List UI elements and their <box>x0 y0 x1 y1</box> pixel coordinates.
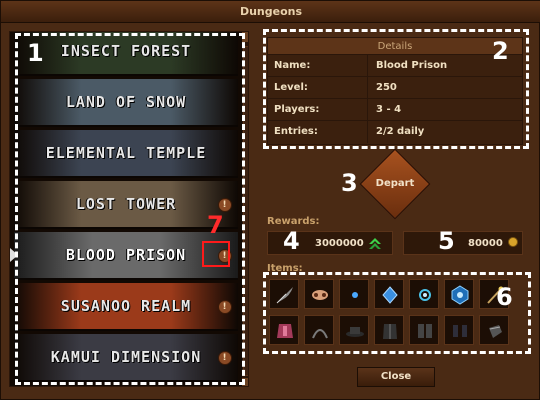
marker-7: 7 <box>207 211 224 239</box>
warning-icon[interactable]: ! <box>218 300 232 314</box>
dungeons-window: Dungeons INSECT FOREST LAND OF SNOW ELEM… <box>0 0 540 400</box>
marker-4: 4 <box>283 227 300 255</box>
dungeon-name: KAMUI DIMENSION <box>50 348 202 366</box>
dungeon-row-elemental-temple[interactable]: ELEMENTAL TEMPLE <box>14 130 238 178</box>
dungeon-row-kamui-dimension[interactable]: KAMUI DIMENSION! <box>14 334 238 382</box>
item-slot[interactable] <box>444 279 474 309</box>
detail-row-entries: Entries: 2/2 daily <box>268 121 522 143</box>
marker-5: 5 <box>438 227 455 255</box>
item-slot[interactable] <box>409 279 439 309</box>
detail-value: 250 <box>376 82 397 93</box>
dungeon-row-lost-tower[interactable]: LOST TOWER! <box>14 181 238 229</box>
glove-icon <box>489 325 502 338</box>
gold-reward: 80000 <box>403 231 523 255</box>
gold-value: 80000 <box>468 238 503 249</box>
dungeon-name: LAND OF SNOW <box>65 93 187 111</box>
marker-2: 2 <box>492 37 509 65</box>
item-slot[interactable] <box>304 279 334 309</box>
item-slot[interactable] <box>339 279 369 309</box>
ring-icon <box>419 289 431 301</box>
marker-3: 3 <box>341 169 358 197</box>
item-slot[interactable] <box>374 315 404 345</box>
list-scrollbar[interactable] <box>242 32 248 386</box>
item-slot[interactable] <box>339 315 369 345</box>
item-slot[interactable] <box>409 315 439 345</box>
items-label: Items: <box>267 263 303 274</box>
hat-icon <box>346 327 364 337</box>
item-slot[interactable] <box>269 279 299 309</box>
item-slot[interactable] <box>304 315 334 345</box>
dungeon-row-land-of-snow[interactable]: LAND OF SNOW <box>14 79 238 127</box>
scroll-thumb[interactable] <box>243 46 248 376</box>
scroll-up-button[interactable] <box>242 32 248 42</box>
boots-icon <box>453 325 467 337</box>
orb-icon <box>352 292 358 298</box>
mask-icon <box>312 290 328 300</box>
marker-6: 6 <box>496 283 513 311</box>
exp-value: 3000000 <box>315 238 364 249</box>
dungeon-row-susanoo-realm[interactable]: SUSANOO REALM! <box>14 283 238 331</box>
detail-value: 3 - 4 <box>376 104 402 115</box>
coin-icon <box>508 237 518 247</box>
detail-row-level: Level: 250 <box>268 77 522 99</box>
items-grid <box>267 275 521 351</box>
shield-gem-icon <box>451 285 469 305</box>
item-slot[interactable] <box>444 315 474 345</box>
detail-row-name: Name: Blood Prison <box>268 55 522 77</box>
close-button[interactable]: Close <box>357 367 435 387</box>
detail-value: 2/2 daily <box>376 126 425 137</box>
gauntlet-icon <box>418 324 432 338</box>
item-slot[interactable] <box>479 315 509 345</box>
marker-1: 1 <box>27 39 44 67</box>
dungeon-row-insect-forest[interactable]: INSECT FOREST <box>14 32 238 76</box>
dungeon-list: INSECT FOREST LAND OF SNOW ELEMENTAL TEM… <box>9 31 249 387</box>
annotation-box-warning <box>202 241 230 267</box>
details-header: Details <box>268 38 522 55</box>
detail-row-players: Players: 3 - 4 <box>268 99 522 121</box>
item-slot[interactable] <box>269 315 299 345</box>
dungeon-name: LOST TOWER <box>75 195 177 213</box>
dungeon-name: BLOOD PRISON <box>65 246 187 264</box>
window-title: Dungeons <box>1 1 540 23</box>
detail-key: Entries: <box>268 121 368 143</box>
feather-icon <box>276 287 293 304</box>
detail-key: Name: <box>268 55 368 76</box>
chain-icon <box>312 329 328 339</box>
detail-key: Level: <box>268 77 368 98</box>
dungeon-name: SUSANOO REALM <box>60 297 192 315</box>
armor-icon <box>277 324 293 338</box>
detail-key: Players: <box>268 99 368 120</box>
blue-gem-icon <box>382 286 398 304</box>
depart-button-label[interactable]: Depart <box>361 178 429 189</box>
exp-arrow-icon <box>369 238 381 249</box>
warning-icon[interactable]: ! <box>218 351 232 365</box>
warning-icon[interactable]: ! <box>218 198 232 212</box>
scroll-down-button[interactable] <box>242 378 248 386</box>
rewards-label: Rewards: <box>267 216 320 227</box>
vest-icon <box>383 324 397 339</box>
item-slot[interactable] <box>374 279 404 309</box>
dungeon-name: INSECT FOREST <box>60 42 192 60</box>
details-panel: Details Name: Blood Prison Level: 250 Play… <box>267 37 523 145</box>
dungeon-name: ELEMENTAL TEMPLE <box>45 144 207 162</box>
